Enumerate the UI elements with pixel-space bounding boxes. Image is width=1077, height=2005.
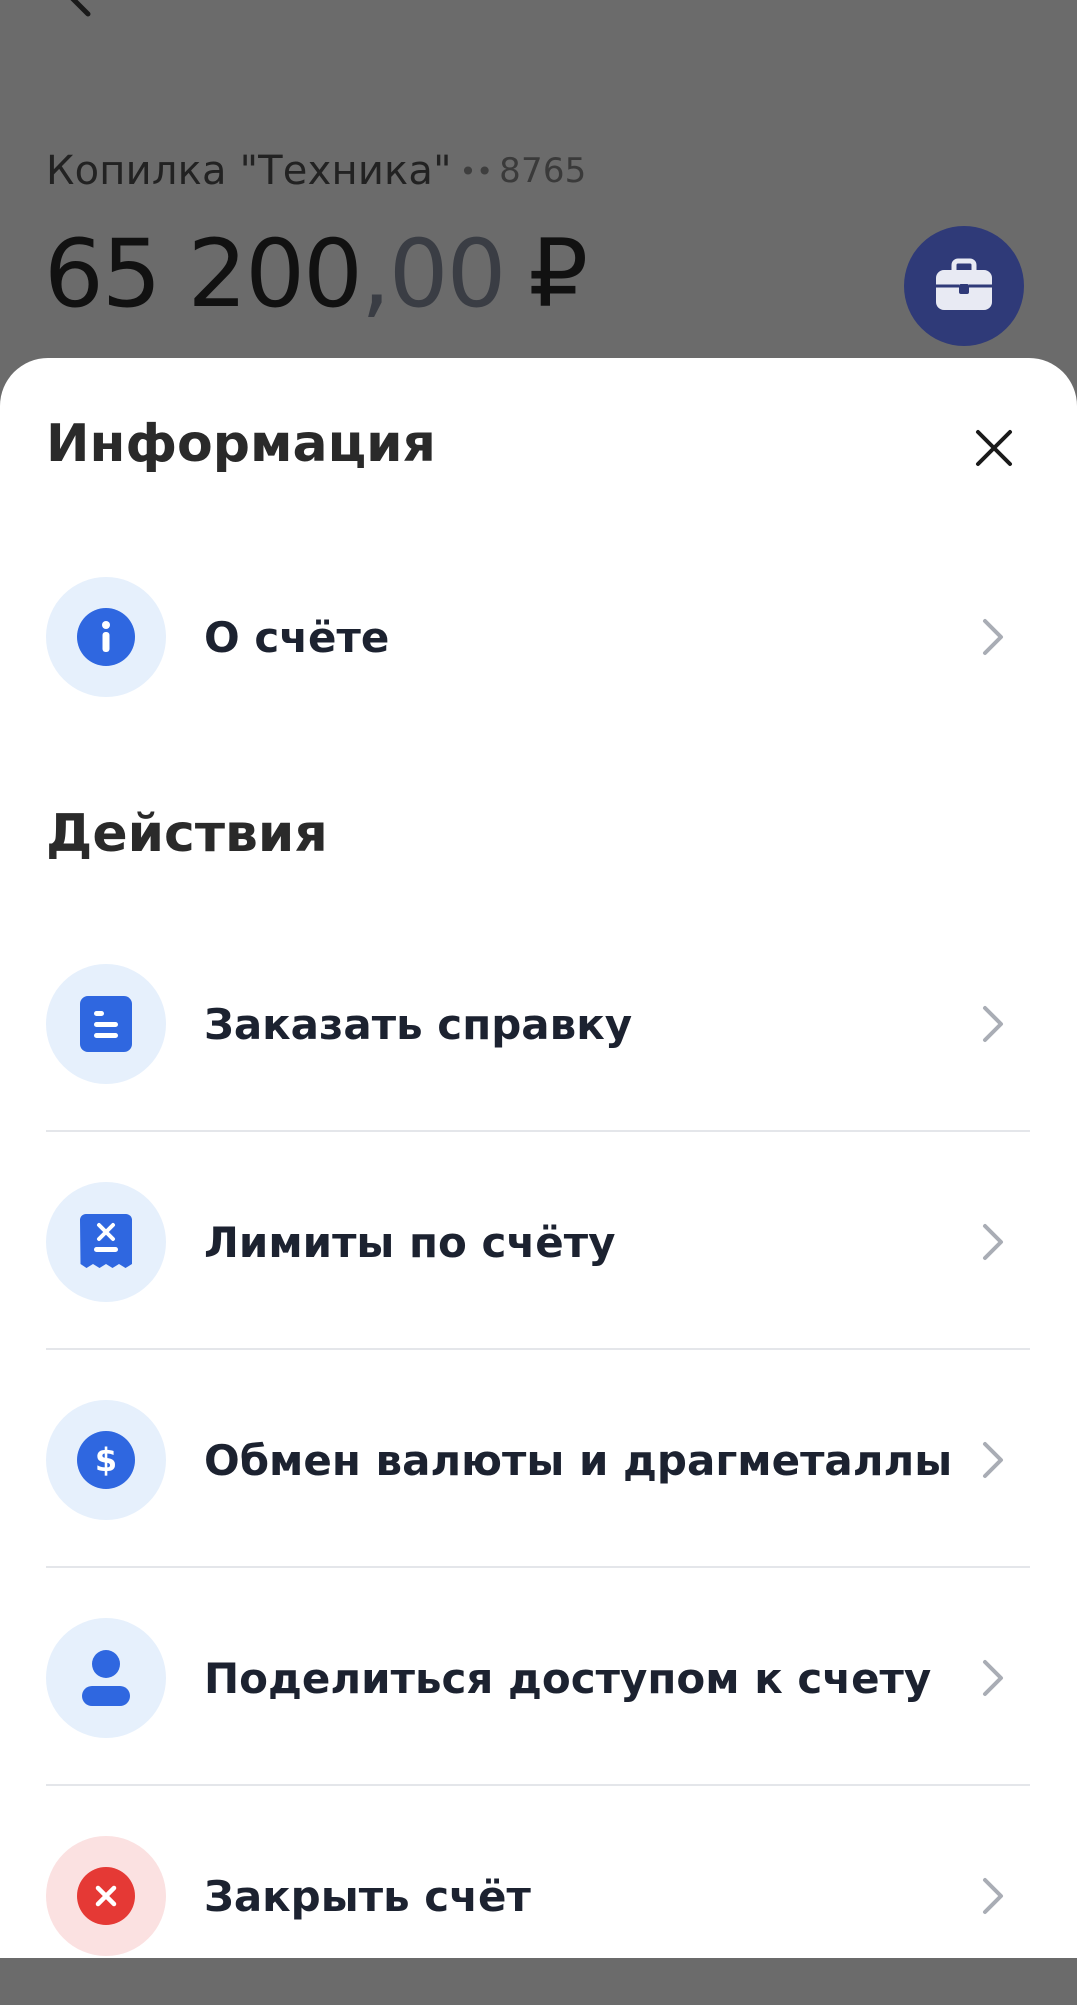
menu-item-label: Лимиты по счёту bbox=[204, 1217, 616, 1267]
back-arrow-icon[interactable] bbox=[60, 0, 100, 18]
divider bbox=[46, 1784, 1030, 1786]
account-number: 8765 bbox=[499, 151, 587, 191]
divider bbox=[46, 1566, 1030, 1568]
account-balance: 65 200,00 ₽ bbox=[44, 228, 588, 322]
chevron-right-icon bbox=[983, 1006, 1003, 1042]
chevron-right-icon bbox=[983, 1442, 1003, 1478]
dollar-icon: $ bbox=[77, 1431, 135, 1489]
balance-main: 65 200 bbox=[44, 220, 363, 329]
icon-circle bbox=[46, 577, 166, 697]
person-icon bbox=[82, 1650, 130, 1706]
chevron-right-icon bbox=[983, 1224, 1003, 1260]
document-icon bbox=[80, 996, 132, 1052]
menu-item-label: Заказать справку bbox=[204, 999, 633, 1049]
menu-item-order-certificate[interactable]: Заказать справку bbox=[46, 915, 1030, 1133]
icon-circle bbox=[46, 1836, 166, 1956]
chevron-right-icon bbox=[983, 619, 1003, 655]
divider bbox=[46, 1348, 1030, 1350]
divider bbox=[46, 1130, 1030, 1132]
balance-cents: ,00 bbox=[360, 220, 506, 329]
info-icon bbox=[77, 608, 135, 666]
close-account-icon bbox=[77, 1867, 135, 1925]
info-section-title: Информация bbox=[46, 414, 436, 474]
menu-item-close-account[interactable]: Закрыть счёт bbox=[46, 1787, 1030, 2005]
menu-item-account-limits[interactable]: Лимиты по счёту bbox=[46, 1133, 1030, 1351]
balance-currency: ₽ bbox=[528, 220, 588, 329]
menu-item-label: Закрыть счёт bbox=[204, 1871, 531, 1921]
account-type-button[interactable] bbox=[904, 226, 1024, 346]
account-title: Копилка "Техника" •• 8765 bbox=[46, 148, 586, 194]
actions-section-title: Действия bbox=[46, 804, 328, 864]
chevron-right-icon bbox=[983, 1660, 1003, 1696]
menu-item-currency-exchange[interactable]: $ Обмен валюты и драгметаллы bbox=[46, 1351, 1030, 1569]
close-sheet-button[interactable] bbox=[966, 420, 1022, 476]
icon-circle bbox=[46, 964, 166, 1084]
icon-circle bbox=[46, 1618, 166, 1738]
close-icon bbox=[976, 430, 1012, 466]
account-dots: •• bbox=[459, 154, 494, 188]
briefcase-icon bbox=[936, 258, 992, 310]
menu-item-share-access[interactable]: Поделиться доступом к счету bbox=[46, 1569, 1030, 1787]
bottom-sheet: Информация О счёте Действия Заказать спр… bbox=[0, 358, 1077, 1958]
menu-item-label: О счёте bbox=[204, 612, 390, 662]
menu-item-label: Поделиться доступом к счету bbox=[204, 1653, 932, 1703]
chevron-right-icon bbox=[983, 1878, 1003, 1914]
icon-circle: $ bbox=[46, 1400, 166, 1520]
menu-item-about-account[interactable]: О счёте bbox=[46, 528, 1030, 746]
account-name: Копилка "Техника" bbox=[46, 148, 452, 194]
svg-text:$: $ bbox=[95, 1441, 117, 1479]
menu-item-label: Обмен валюты и драгметаллы bbox=[204, 1435, 953, 1485]
icon-circle bbox=[46, 1182, 166, 1302]
receipt-limit-icon bbox=[80, 1214, 132, 1268]
